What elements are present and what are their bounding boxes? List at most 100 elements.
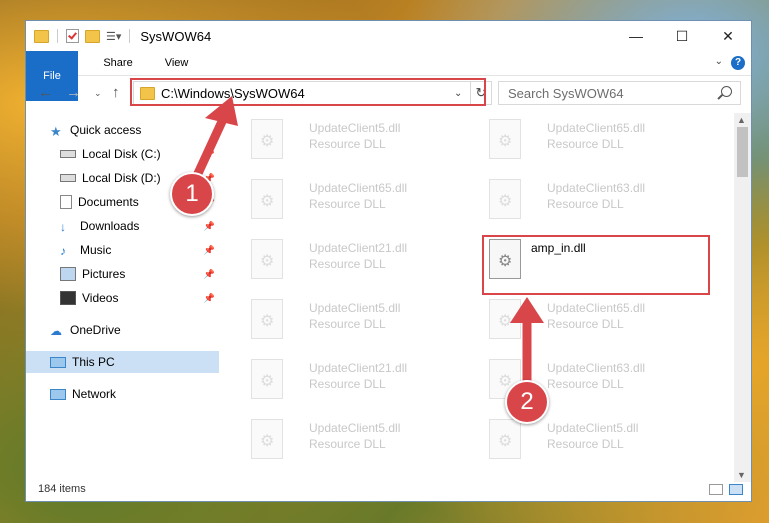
dll-file-icon: [251, 119, 283, 159]
large-icons-view-icon[interactable]: [729, 484, 743, 495]
file-name: UpdateClient5.dll: [309, 421, 401, 435]
expand-ribbon-icon[interactable]: ⌄: [715, 56, 723, 67]
close-button[interactable]: ✕: [705, 21, 751, 51]
dll-file-icon: [251, 299, 283, 339]
tab-view[interactable]: View: [149, 51, 205, 75]
sidebar-item-onedrive[interactable]: ☁ OneDrive: [26, 319, 219, 341]
search-icon[interactable]: [721, 86, 732, 97]
file-item[interactable]: UpdateClient5.dll Resource DLL: [247, 417, 477, 467]
dll-file-icon: [489, 299, 521, 339]
file-name: UpdateClient63.dll: [547, 361, 646, 375]
tab-share[interactable]: Share: [87, 51, 148, 75]
file-type: Resource DLL: [547, 317, 624, 331]
sidebar-item-music[interactable]: ♪ Music 📌: [26, 239, 219, 261]
navigation-pane: ★ Quick access Local Disk (C:) 📌 Local D…: [26, 113, 219, 473]
videos-icon: [60, 291, 76, 305]
view-toggle: [709, 484, 743, 495]
dll-file-icon: [489, 419, 521, 459]
recent-locations-icon[interactable]: ⌄: [94, 88, 102, 99]
scroll-up-icon[interactable]: ▲: [737, 115, 746, 125]
drive-icon: [60, 150, 76, 158]
maximize-button[interactable]: ☐: [659, 21, 705, 51]
scrollbar-thumb[interactable]: [737, 127, 748, 177]
forward-icon[interactable]: →: [66, 84, 81, 101]
network-icon: [50, 388, 66, 400]
step-marker-2: 2: [505, 380, 549, 424]
sidebar-item-label: Music: [80, 243, 112, 257]
file-type: Resource DLL: [547, 197, 624, 211]
sidebar-item-local-disk-c[interactable]: Local Disk (C:) 📌: [26, 143, 219, 165]
dll-file-icon: [489, 119, 521, 159]
star-icon: ★: [50, 124, 62, 139]
sidebar-item-label: Videos: [82, 291, 119, 305]
file-type: Resource DLL: [309, 137, 386, 151]
scroll-down-icon[interactable]: ▼: [737, 470, 746, 480]
minimize-button[interactable]: —: [613, 21, 659, 51]
dll-file-icon: [251, 359, 283, 399]
up-icon[interactable]: ↑: [112, 84, 120, 101]
sidebar-item-quick-access[interactable]: ★ Quick access: [26, 119, 219, 141]
search-placeholder: Search SysWOW64: [508, 85, 624, 101]
pictures-icon: [60, 267, 76, 281]
file-name: UpdateClient65.dll: [547, 301, 646, 315]
drive-icon: [60, 174, 76, 182]
file-type: Resource DLL: [309, 257, 386, 271]
address-bar-highlight: [130, 78, 486, 106]
sidebar-item-label: Local Disk (D:): [82, 171, 161, 185]
file-name: UpdateClient65.dll: [547, 121, 646, 135]
download-icon: ↓: [60, 220, 66, 234]
file-item[interactable]: UpdateClient21.dll Resource DLL: [247, 237, 477, 287]
separator: [129, 29, 131, 43]
file-highlight: [482, 235, 710, 295]
file-name: UpdateClient5.dll: [547, 421, 639, 435]
step-marker-1: 1: [170, 172, 214, 216]
file-item[interactable]: UpdateClient5.dll Resource DLL: [247, 117, 477, 167]
window-title: SysWOW64: [140, 28, 212, 44]
cloud-icon: ☁: [50, 324, 62, 338]
customize-toolbar-icon[interactable]: ☰▾: [106, 30, 121, 43]
file-name: UpdateClient63.dll: [547, 181, 646, 195]
sidebar-item-this-pc[interactable]: This PC: [26, 351, 219, 373]
sidebar-item-downloads[interactable]: ↓ Downloads 📌: [26, 215, 219, 237]
dll-file-icon: [489, 179, 521, 219]
file-item[interactable]: UpdateClient65.dll Resource DLL: [485, 297, 715, 347]
sidebar-item-label: Downloads: [80, 219, 140, 233]
sidebar-item-label: Local Disk (C:): [82, 147, 161, 161]
vertical-scrollbar[interactable]: ▲ ▼: [734, 113, 751, 482]
file-type: Resource DLL: [547, 437, 624, 451]
file-name: UpdateClient21.dll: [309, 361, 408, 375]
new-folder-icon[interactable]: [85, 29, 100, 43]
file-name: UpdateClient5.dll: [309, 121, 401, 135]
sidebar-item-videos[interactable]: Videos 📌: [26, 287, 219, 309]
sidebar-item-label: Documents: [78, 195, 139, 209]
back-icon[interactable]: ←: [38, 84, 53, 101]
file-item[interactable]: UpdateClient65.dll Resource DLL: [485, 117, 715, 167]
dll-file-icon: [251, 419, 283, 459]
file-item[interactable]: UpdateClient5.dll Resource DLL: [485, 417, 715, 467]
dll-file-icon: [251, 179, 283, 219]
file-item[interactable]: UpdateClient65.dll Resource DLL: [247, 177, 477, 227]
sidebar-item-label: Quick access: [70, 123, 142, 137]
file-item[interactable]: UpdateClient63.dll Resource DLL: [485, 177, 715, 227]
help-icon[interactable]: ?: [731, 56, 745, 70]
pin-icon: 📌: [203, 148, 215, 159]
quick-access-toolbar: ☰▾: [26, 29, 132, 43]
file-type: Resource DLL: [309, 377, 386, 391]
search-input[interactable]: Search SysWOW64: [498, 81, 741, 105]
details-view-icon[interactable]: [709, 484, 723, 495]
ribbon-tabs: File Home Share View ⌄ ?: [26, 51, 751, 101]
separator: [57, 29, 58, 43]
pin-icon: 📌: [203, 292, 215, 303]
folder-icon: [34, 29, 49, 43]
file-type: Resource DLL: [547, 137, 624, 151]
pin-icon: 📌: [203, 268, 215, 279]
properties-icon[interactable]: [66, 29, 79, 43]
file-item[interactable]: UpdateClient21.dll Resource DLL: [247, 357, 477, 407]
document-icon: [60, 195, 72, 209]
sidebar-item-pictures[interactable]: Pictures 📌: [26, 263, 219, 285]
sidebar-item-network[interactable]: Network: [26, 383, 219, 405]
file-type: Resource DLL: [309, 197, 386, 211]
dll-file-icon: [251, 239, 283, 279]
file-item[interactable]: UpdateClient5.dll Resource DLL: [247, 297, 477, 347]
sidebar-item-label: This PC: [72, 355, 115, 369]
